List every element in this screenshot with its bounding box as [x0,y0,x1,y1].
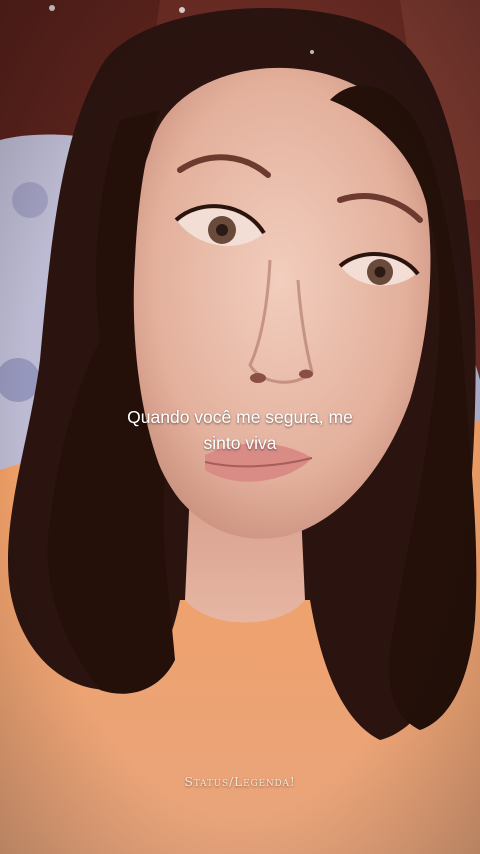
story-caption: Quando você me segura, me sinto viva [0,404,480,456]
story-frame: Quando você me segura, me sinto viva Sta… [0,0,480,854]
caption-line-1: Quando você me segura, me [127,407,353,427]
caption-line-2: sinto viva [203,433,277,453]
watermark: Status/Legenda! [184,774,296,789]
